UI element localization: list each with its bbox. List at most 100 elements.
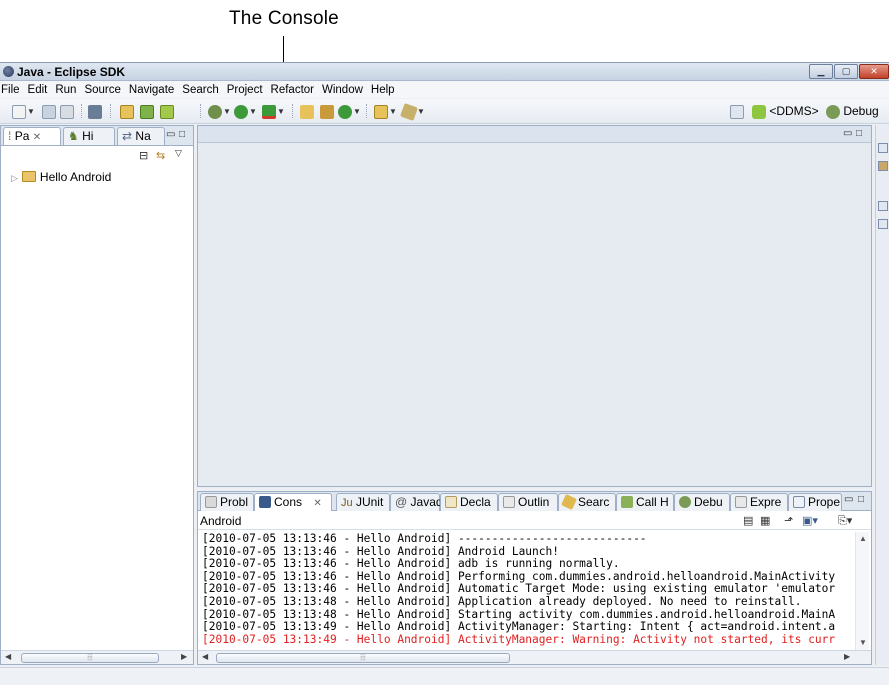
minimize-view-icon[interactable]: ▭ — [844, 494, 853, 505]
tab-label: Probl — [220, 495, 249, 509]
open-type-icon[interactable] — [88, 103, 102, 119]
menu-search[interactable]: Search — [181, 84, 224, 96]
tab-hierarchy[interactable]: ♞ Hi — [63, 127, 115, 145]
tab-console[interactable]: Cons ✕ — [254, 493, 332, 511]
menu-source[interactable]: Source — [83, 84, 126, 96]
menu-run[interactable]: Run — [54, 84, 82, 96]
open-folder-icon[interactable]: ▼ — [374, 103, 397, 119]
view-menu-icon[interactable]: ▽ — [175, 148, 182, 159]
debug-icon[interactable]: ▼ — [208, 103, 231, 119]
new-java-project-icon[interactable] — [300, 103, 314, 119]
task-list-icon[interactable] — [878, 219, 888, 229]
menu-refactor[interactable]: Refactor — [270, 84, 320, 96]
minimize-editor-icon[interactable]: ▭ — [843, 128, 852, 139]
left-panel-tabs: ⁞ Pa ✕ ♞ Hi ⇄ Na ▭ □ — [1, 126, 193, 146]
tab-package-explorer[interactable]: ⁞ Pa ✕ — [3, 127, 61, 145]
minimize-icon[interactable]: ▁ — [809, 64, 833, 79]
new-icon[interactable]: ▼ — [12, 103, 35, 119]
tab-problems[interactable]: Probl — [200, 493, 254, 511]
status-bar — [0, 667, 889, 685]
left-horizontal-scrollbar[interactable]: ◀ ⦙⦙⦙ ▶ — [1, 650, 193, 664]
tab-label: Decla — [460, 495, 491, 509]
outline-view-icon[interactable] — [878, 161, 888, 171]
console-vertical-scrollbar[interactable]: ▲ ▼ — [855, 532, 869, 650]
problems-icon — [205, 496, 217, 508]
scroll-right-icon[interactable]: ▶ — [844, 652, 850, 661]
restore-task-icon[interactable] — [878, 201, 888, 211]
tab-declaration[interactable]: Decla — [440, 493, 498, 511]
tab-label: Na — [135, 129, 151, 143]
search-view-icon — [561, 494, 577, 510]
scroll-up-icon[interactable]: ▲ — [859, 534, 867, 543]
menu-navigate[interactable]: Navigate — [128, 84, 180, 96]
display-console-icon[interactable]: ▣▾ — [802, 514, 818, 527]
scroll-right-icon[interactable]: ▶ — [181, 652, 187, 661]
scroll-left-icon[interactable]: ◀ — [202, 652, 208, 661]
tab-junit[interactable]: Ju JUnit — [336, 493, 390, 511]
tab-label: Javad — [410, 495, 443, 509]
ddms-perspective-button[interactable]: <DDMS> — [752, 103, 819, 119]
tab-javadoc[interactable]: @ Javad — [390, 493, 443, 511]
close-tab-icon[interactable]: ✕ — [33, 132, 41, 143]
console-line: [2010-07-05 13:13:49 - Hello Android] Ac… — [202, 632, 836, 646]
tab-search[interactable]: Searc — [558, 493, 616, 511]
scroll-left-icon[interactable]: ◀ — [5, 652, 11, 661]
external-tools-icon[interactable]: ▼ — [262, 103, 285, 119]
maximize-editor-icon[interactable]: □ — [856, 128, 862, 139]
new-class-2-icon[interactable]: ▼ — [338, 103, 361, 119]
menu-project[interactable]: Project — [226, 84, 269, 96]
console-line: [2010-07-05 13:13:48 - Hello Android] Ap… — [202, 594, 802, 608]
scroll-thumb[interactable]: ⦙⦙⦙ — [21, 653, 159, 663]
package-explorer-panel: ⁞ Pa ✕ ♞ Hi ⇄ Na ▭ □ ⊟ ⇆ ▽ ▷ Hello Androi… — [0, 125, 194, 665]
menu-edit[interactable]: Edit — [27, 84, 54, 96]
bottom-view-tabs: Probl Cons ✕ Ju JUnit @ Javad Decla Outl… — [198, 492, 871, 511]
console-horizontal-scrollbar[interactable]: ◀ ⦙⦙⦙ ▶ — [198, 650, 871, 664]
toolbar-separator — [200, 104, 201, 118]
new-class-icon[interactable] — [140, 103, 154, 119]
tab-expressions[interactable]: Expre — [730, 493, 788, 511]
eclipse-logo-icon — [3, 66, 14, 77]
tree-item-project[interactable]: ▷ Hello Android — [11, 170, 111, 184]
menu-file[interactable]: File — [0, 84, 26, 96]
left-panel-toolbar: ⊟ ⇆ ▽ — [1, 146, 193, 164]
close-tab-icon[interactable]: ✕ — [313, 498, 321, 509]
link-editor-icon[interactable]: ⇆ — [156, 149, 165, 162]
menu-bar: File Edit Run Source Navigate Search Pro… — [0, 81, 889, 98]
new-package-2-icon[interactable] — [320, 103, 334, 119]
open-console-icon[interactable]: ⎘▾ — [838, 514, 852, 528]
restore-outline-icon[interactable] — [878, 143, 888, 153]
print-icon[interactable] — [60, 103, 74, 119]
expand-arrow-icon[interactable]: ▷ — [11, 173, 18, 183]
tab-properties[interactable]: Prope — [788, 493, 842, 511]
debug-perspective-button[interactable]: Debug — [826, 103, 879, 119]
open-perspective-icon[interactable] — [730, 103, 744, 119]
tab-call-hierarchy[interactable]: Call H — [616, 493, 674, 511]
tab-debug[interactable]: Debu — [674, 493, 730, 511]
close-icon[interactable]: ✕ — [859, 64, 889, 79]
scroll-down-icon[interactable]: ▼ — [859, 638, 867, 647]
tab-navigator[interactable]: ⇄ Na — [117, 127, 165, 145]
scroll-lock-icon[interactable]: ▦ — [760, 514, 770, 527]
menu-help[interactable]: Help — [370, 84, 401, 96]
console-output[interactable]: [2010-07-05 13:13:46 - Hello Android] --… — [202, 533, 854, 649]
clear-console-icon[interactable]: ▤ — [743, 514, 753, 527]
window-controls: ▁ ▢ ✕ — [808, 64, 889, 80]
new-package-icon[interactable] — [120, 103, 134, 119]
maximize-view-icon[interactable]: □ — [179, 129, 185, 140]
collapse-all-icon[interactable]: ⊟ — [139, 149, 148, 162]
run-icon[interactable]: ▼ — [234, 103, 257, 119]
menu-window[interactable]: Window — [321, 84, 369, 96]
eclipse-window: Java - Eclipse SDK ▁ ▢ ✕ File Edit Run S… — [0, 62, 889, 685]
maximize-view-icon[interactable]: □ — [858, 494, 864, 505]
scroll-thumb[interactable]: ⦙⦙⦙ — [216, 653, 510, 663]
toolbar-separator — [81, 104, 82, 118]
search-icon[interactable]: ▼ — [400, 102, 425, 121]
minimize-view-icon[interactable]: ▭ — [166, 129, 175, 140]
toolbar-separator — [366, 104, 367, 118]
pin-console-icon[interactable]: ⬏ — [784, 514, 793, 527]
new-android-project-icon[interactable] — [160, 103, 174, 119]
tab-label: Prope — [808, 495, 841, 509]
tab-outline[interactable]: Outlin — [498, 493, 558, 511]
save-icon[interactable] — [42, 103, 56, 119]
maximize-icon[interactable]: ▢ — [834, 64, 858, 79]
